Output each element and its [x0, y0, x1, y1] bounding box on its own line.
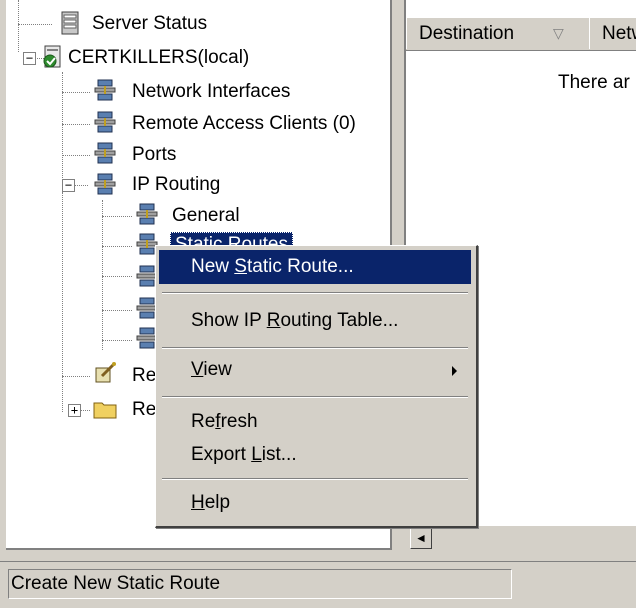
network-interfaces-icon	[94, 79, 116, 101]
tree-connector	[62, 72, 63, 192]
collapse-server-toggle[interactable]: −	[23, 52, 36, 65]
tree-item-ip-routing[interactable]: IP Routing	[132, 173, 220, 197]
sort-indicator-icon: ▽	[553, 25, 564, 41]
tree-connector	[18, 0, 19, 52]
list-header: Destination ▽ Netw	[406, 18, 636, 51]
collapse-ip-routing-toggle[interactable]: −	[62, 179, 75, 192]
tree-item-server-status[interactable]: Server Status	[92, 12, 207, 36]
menu-separator	[162, 347, 468, 349]
ports-icon	[94, 142, 116, 164]
server-icon	[43, 45, 61, 68]
column-header-destination[interactable]: Destination ▽	[406, 18, 590, 49]
tree-connector	[62, 376, 90, 377]
menu-separator	[162, 292, 468, 294]
tree-connector	[102, 340, 132, 341]
tree-connector	[102, 246, 132, 247]
ip-routing-icon	[94, 173, 116, 195]
menu-item-view[interactable]: View	[159, 353, 471, 387]
tree-item-remote-access-clients[interactable]: Remote Access Clients (0)	[132, 112, 356, 136]
tree-item-remote-access-logging[interactable]: Re	[132, 398, 156, 422]
menu-separator	[162, 396, 468, 398]
menu-item-help[interactable]: Help	[159, 486, 471, 520]
tree-connector	[18, 24, 52, 25]
context-menu[interactable]: New Static Route... Show IP Routing Tabl…	[155, 245, 478, 528]
tree-connector	[102, 310, 132, 311]
policy-icon	[95, 362, 116, 383]
empty-list-message: There ar	[558, 72, 630, 93]
remote-access-clients-icon	[94, 111, 116, 133]
tree-item-server[interactable]: CERTKILLERS(local)	[68, 46, 249, 70]
tree-item-remote-access-policies[interactable]: Re	[132, 364, 156, 388]
column-header-network[interactable]: Netw	[589, 18, 636, 49]
tree-connector	[62, 92, 90, 93]
tree-connector	[62, 192, 63, 412]
tree-item-network-interfaces[interactable]: Network Interfaces	[132, 80, 290, 104]
tree-item-ports[interactable]: Ports	[132, 143, 176, 167]
tree-connector	[102, 200, 103, 350]
menu-item-refresh[interactable]: Refresh	[159, 405, 471, 439]
tree-item-general[interactable]: General	[172, 204, 240, 228]
tree-connector	[62, 124, 90, 125]
status-bar: Create New Static Route	[0, 561, 636, 608]
submenu-arrow-icon	[452, 366, 457, 376]
expand-folder-toggle[interactable]: +	[68, 404, 81, 417]
status-text: Create New Static Route	[8, 569, 512, 599]
tree-connector	[102, 216, 132, 217]
general-icon	[136, 203, 158, 225]
folder-icon	[93, 402, 117, 419]
menu-separator	[162, 478, 468, 480]
tree-connector	[102, 276, 132, 277]
scroll-left-arrow-icon[interactable]: ◄	[410, 527, 432, 549]
menu-item-new-static-route[interactable]: New Static Route...	[159, 250, 471, 284]
menu-item-show-ip-routing-table[interactable]: Show IP Routing Table...	[159, 304, 471, 338]
menu-item-export-list[interactable]: Export List...	[159, 438, 471, 472]
tree-connector	[62, 155, 90, 156]
horizontal-scrollbar[interactable]: ◄	[404, 525, 636, 549]
column-label: Netw	[602, 23, 636, 44]
server-status-icon	[61, 11, 79, 35]
column-label: Destination	[419, 23, 515, 44]
